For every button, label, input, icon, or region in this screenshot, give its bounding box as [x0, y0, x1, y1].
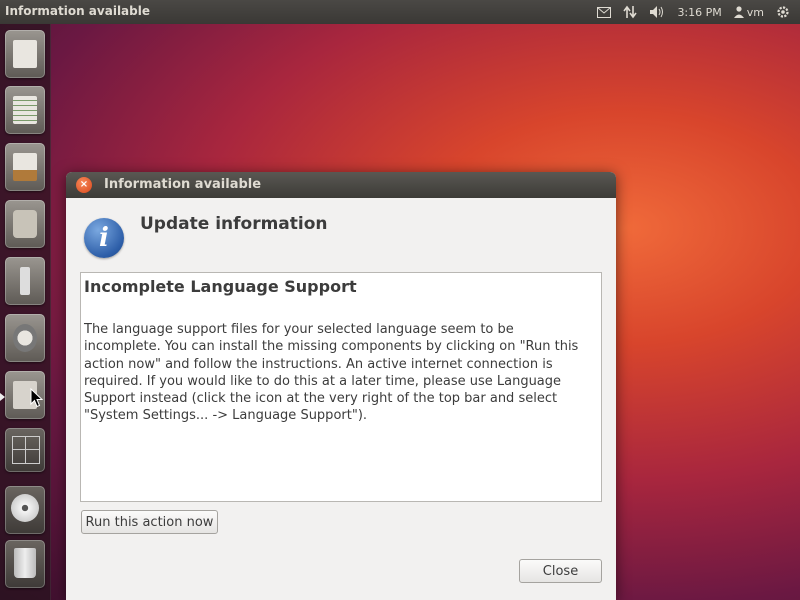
user-name: vm — [746, 5, 764, 19]
dialog-heading: Update information — [140, 214, 328, 234]
info-icon: i — [84, 218, 124, 258]
top-panel: Information available 3:16 PM vm — [0, 0, 800, 24]
indicator-area: 3:16 PM vm — [597, 2, 790, 22]
message-body: The language support files for your sele… — [84, 322, 579, 424]
message-title: Incomplete Language Support — [84, 277, 357, 296]
dialog-title: Information available — [104, 177, 262, 192]
impress-launcher-icon[interactable] — [5, 143, 45, 191]
software-center-launcher-icon[interactable] — [5, 200, 45, 248]
run-action-button[interactable]: Run this action now — [81, 510, 218, 534]
user-menu[interactable]: vm — [733, 5, 764, 19]
message-text-area[interactable]: Incomplete Language Support The language… — [80, 272, 602, 502]
mouse-cursor-icon — [30, 388, 44, 408]
launcher — [0, 24, 51, 600]
mail-icon[interactable] — [597, 6, 612, 18]
workspace-switcher-icon[interactable] — [5, 428, 45, 472]
system-settings-launcher-icon[interactable] — [5, 314, 45, 362]
close-button[interactable]: Close — [519, 559, 602, 583]
volume-icon[interactable] — [649, 5, 665, 19]
writer-launcher-icon[interactable] — [5, 30, 45, 78]
information-dialog: × Information available i Update informa… — [66, 172, 616, 600]
calc-launcher-icon[interactable] — [5, 86, 45, 134]
trash-icon[interactable] — [5, 540, 45, 588]
ubuntu-one-launcher-icon[interactable] — [5, 257, 45, 305]
clock[interactable]: 3:16 PM — [677, 6, 721, 19]
user-icon — [733, 6, 744, 18]
active-app-title: Information available — [5, 4, 150, 18]
active-app-indicator — [0, 393, 5, 401]
gear-icon[interactable] — [776, 5, 790, 19]
close-window-icon[interactable]: × — [76, 177, 92, 193]
dialog-titlebar[interactable]: × Information available — [66, 172, 616, 198]
optical-drive-icon[interactable] — [5, 486, 45, 534]
network-icon[interactable] — [623, 5, 638, 19]
